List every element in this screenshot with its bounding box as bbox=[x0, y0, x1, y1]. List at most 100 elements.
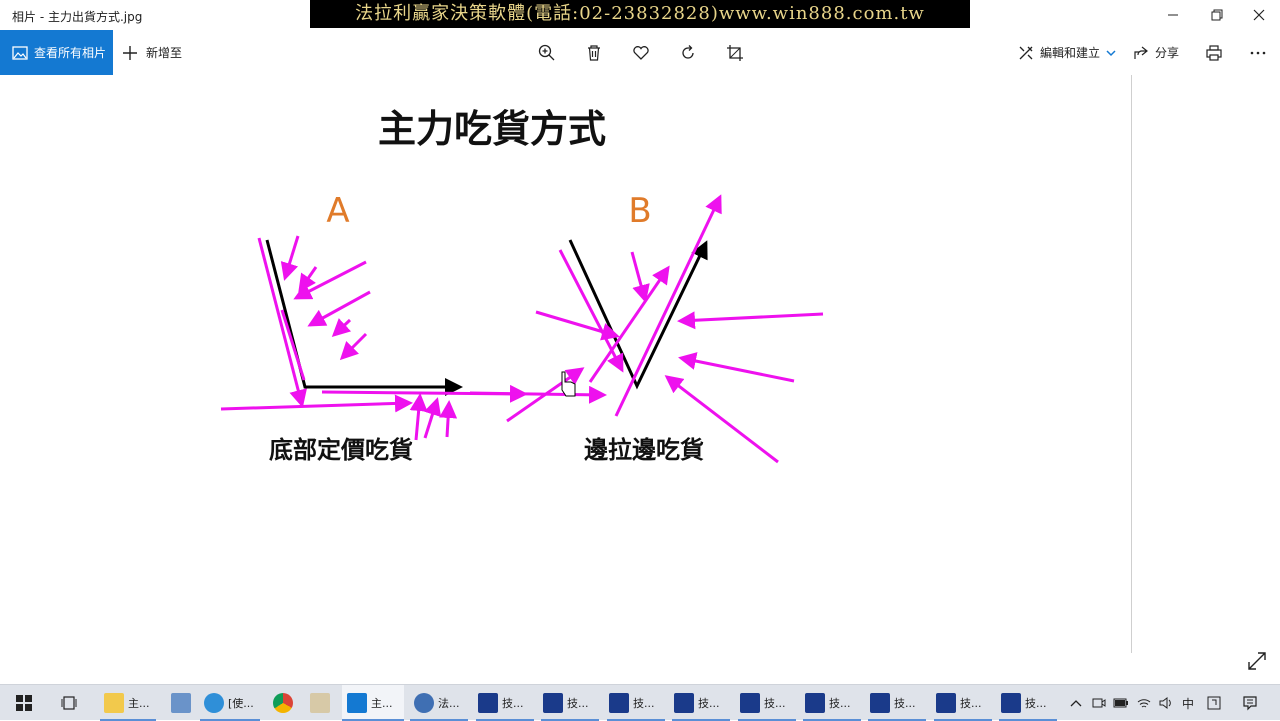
taskbar-item-paint[interactable] bbox=[307, 685, 333, 721]
crop-icon bbox=[727, 45, 743, 61]
taskbar-item-ferrari[interactable]: 法... bbox=[410, 685, 468, 721]
taskbar-item-chart[interactable]: 技... bbox=[541, 685, 599, 721]
folder-icon bbox=[104, 693, 124, 713]
zoom-button[interactable] bbox=[534, 40, 560, 66]
rotate-icon bbox=[682, 45, 694, 59]
crop-button[interactable] bbox=[722, 40, 748, 66]
meet-now-button[interactable] bbox=[1089, 685, 1109, 721]
chart-app-icon bbox=[870, 693, 890, 713]
panel-divider bbox=[1131, 75, 1132, 653]
chart-app-icon bbox=[478, 693, 498, 713]
chart-app-icon bbox=[936, 693, 956, 713]
photos-icon bbox=[12, 45, 28, 60]
close-icon bbox=[1253, 9, 1265, 21]
minimize-icon bbox=[1168, 14, 1178, 16]
chart-app-icon bbox=[1001, 693, 1021, 713]
taskbar-item-photos[interactable]: 主... bbox=[342, 685, 404, 721]
ime-mode-icon bbox=[1207, 696, 1221, 710]
chevron-down-icon bbox=[1106, 49, 1116, 56]
share-icon bbox=[1134, 46, 1148, 59]
taskbar-item-label: 技... bbox=[1025, 697, 1047, 710]
volume-button[interactable] bbox=[1156, 685, 1176, 721]
edit-create-label: 編輯和建立 bbox=[1040, 46, 1101, 60]
battery-button[interactable] bbox=[1111, 685, 1131, 721]
favorite-button[interactable] bbox=[628, 40, 654, 66]
chart-app-icon bbox=[543, 693, 563, 713]
taskbar-item-label: 主... bbox=[128, 697, 150, 710]
taskbar-item-label: 法... bbox=[438, 697, 460, 710]
show-hidden-icons-button[interactable] bbox=[1066, 685, 1086, 721]
wifi-icon bbox=[1137, 699, 1151, 708]
fullscreen-icon[interactable] bbox=[1246, 650, 1268, 672]
caption-a: 底部定價吃貨 bbox=[269, 436, 413, 464]
chrome-icon bbox=[273, 693, 293, 713]
minimize-button[interactable] bbox=[1150, 0, 1196, 30]
camera-icon bbox=[1092, 698, 1106, 708]
task-view-icon bbox=[61, 696, 77, 710]
battery-icon bbox=[1113, 698, 1128, 708]
taskbar: 主... [使... 主... 法... 技... 技... 技... 技...… bbox=[0, 684, 1280, 721]
taskbar-item-chart[interactable]: 技... bbox=[738, 685, 796, 721]
action-center-button[interactable] bbox=[1238, 685, 1262, 721]
taskbar-item-label: [使... bbox=[228, 697, 254, 710]
photos-app-icon bbox=[347, 693, 367, 713]
print-button[interactable] bbox=[1201, 40, 1227, 66]
taskbar-item-chart[interactable]: 技... bbox=[868, 685, 926, 721]
caption-b: 邊拉邊吃貨 bbox=[584, 436, 704, 464]
taskbar-item-chart[interactable]: 技... bbox=[476, 685, 534, 721]
restore-icon bbox=[1211, 9, 1223, 21]
task-view-button[interactable] bbox=[55, 685, 83, 721]
rotate-button[interactable] bbox=[675, 40, 701, 66]
title-bar: 相片 - 主力出貨方式.jpg 法拉利贏家決策軟體(電話:02-23832828… bbox=[0, 0, 1280, 30]
input-method-button[interactable]: 中 bbox=[1178, 685, 1198, 721]
delete-button[interactable] bbox=[581, 40, 607, 66]
share-button[interactable]: 分享 bbox=[1133, 30, 1179, 75]
share-label: 分享 bbox=[1155, 46, 1180, 60]
view-all-photos-button[interactable]: 查看所有相片 bbox=[0, 30, 113, 75]
app-icon bbox=[171, 693, 191, 713]
more-icon bbox=[1250, 51, 1266, 55]
taskbar-item-ie[interactable]: [使... bbox=[200, 685, 260, 721]
network-button[interactable] bbox=[1134, 685, 1154, 721]
chart-app-icon bbox=[740, 693, 760, 713]
restore-button[interactable] bbox=[1194, 0, 1240, 30]
diagram-title: 主力吃貨方式 bbox=[378, 107, 606, 151]
label-a: A bbox=[326, 191, 349, 231]
taskbar-item-chart[interactable]: 技... bbox=[672, 685, 730, 721]
internet-explorer-icon bbox=[204, 693, 224, 713]
taskbar-item-chart[interactable]: 技... bbox=[607, 685, 665, 721]
photo-image: 主力吃貨方式 A B 底部定價吃貨 邊拉邊吃貨 bbox=[220, 107, 824, 464]
add-to-label: 新增至 bbox=[146, 46, 183, 60]
taskbar-item-explorer[interactable]: 主... bbox=[100, 685, 156, 721]
label-b: B bbox=[628, 191, 651, 231]
ime-mode-button[interactable] bbox=[1204, 685, 1224, 721]
add-to-button[interactable]: 新增至 bbox=[122, 30, 182, 75]
photo-viewer: 主力吃貨方式 A B 底部定價吃貨 邊拉邊吃貨 bbox=[0, 75, 1280, 684]
taskbar-item-chart[interactable]: 技... bbox=[934, 685, 992, 721]
taskbar-item-label: 技... bbox=[633, 697, 655, 710]
plus-icon bbox=[123, 45, 137, 60]
edit-create-button[interactable]: 編輯和建立 bbox=[1018, 30, 1116, 75]
printer-icon bbox=[1206, 45, 1222, 61]
taskbar-item-chart[interactable]: 技... bbox=[999, 685, 1057, 721]
windows-icon bbox=[16, 695, 32, 711]
photos-toolbar: 查看所有相片 新增至 編輯和建立 分享 bbox=[0, 30, 1280, 75]
taskbar-item-label: 技... bbox=[894, 697, 916, 710]
close-button[interactable] bbox=[1236, 0, 1280, 30]
globe-icon bbox=[414, 693, 434, 713]
taskbar-item-chart[interactable]: 技... bbox=[803, 685, 861, 721]
heart-icon bbox=[633, 46, 649, 60]
taskbar-item-label: 技... bbox=[698, 697, 720, 710]
taskbar-item-chrome[interactable] bbox=[270, 685, 296, 721]
taskbar-item-label: 技... bbox=[829, 697, 851, 710]
overlay-banner: 法拉利贏家決策軟體(電話:02-23832828)www.win888.com.… bbox=[310, 0, 970, 28]
chart-app-icon bbox=[674, 693, 694, 713]
start-button[interactable] bbox=[10, 685, 38, 721]
taskbar-item-app[interactable] bbox=[168, 685, 194, 721]
buy-arrows-b bbox=[469, 194, 824, 464]
taskbar-item-label: 主... bbox=[371, 697, 393, 710]
taskbar-item-label: 技... bbox=[960, 697, 982, 710]
more-options-button[interactable] bbox=[1245, 40, 1271, 66]
ime-label: 中 bbox=[1181, 696, 1194, 711]
zoom-in-icon bbox=[538, 44, 555, 61]
